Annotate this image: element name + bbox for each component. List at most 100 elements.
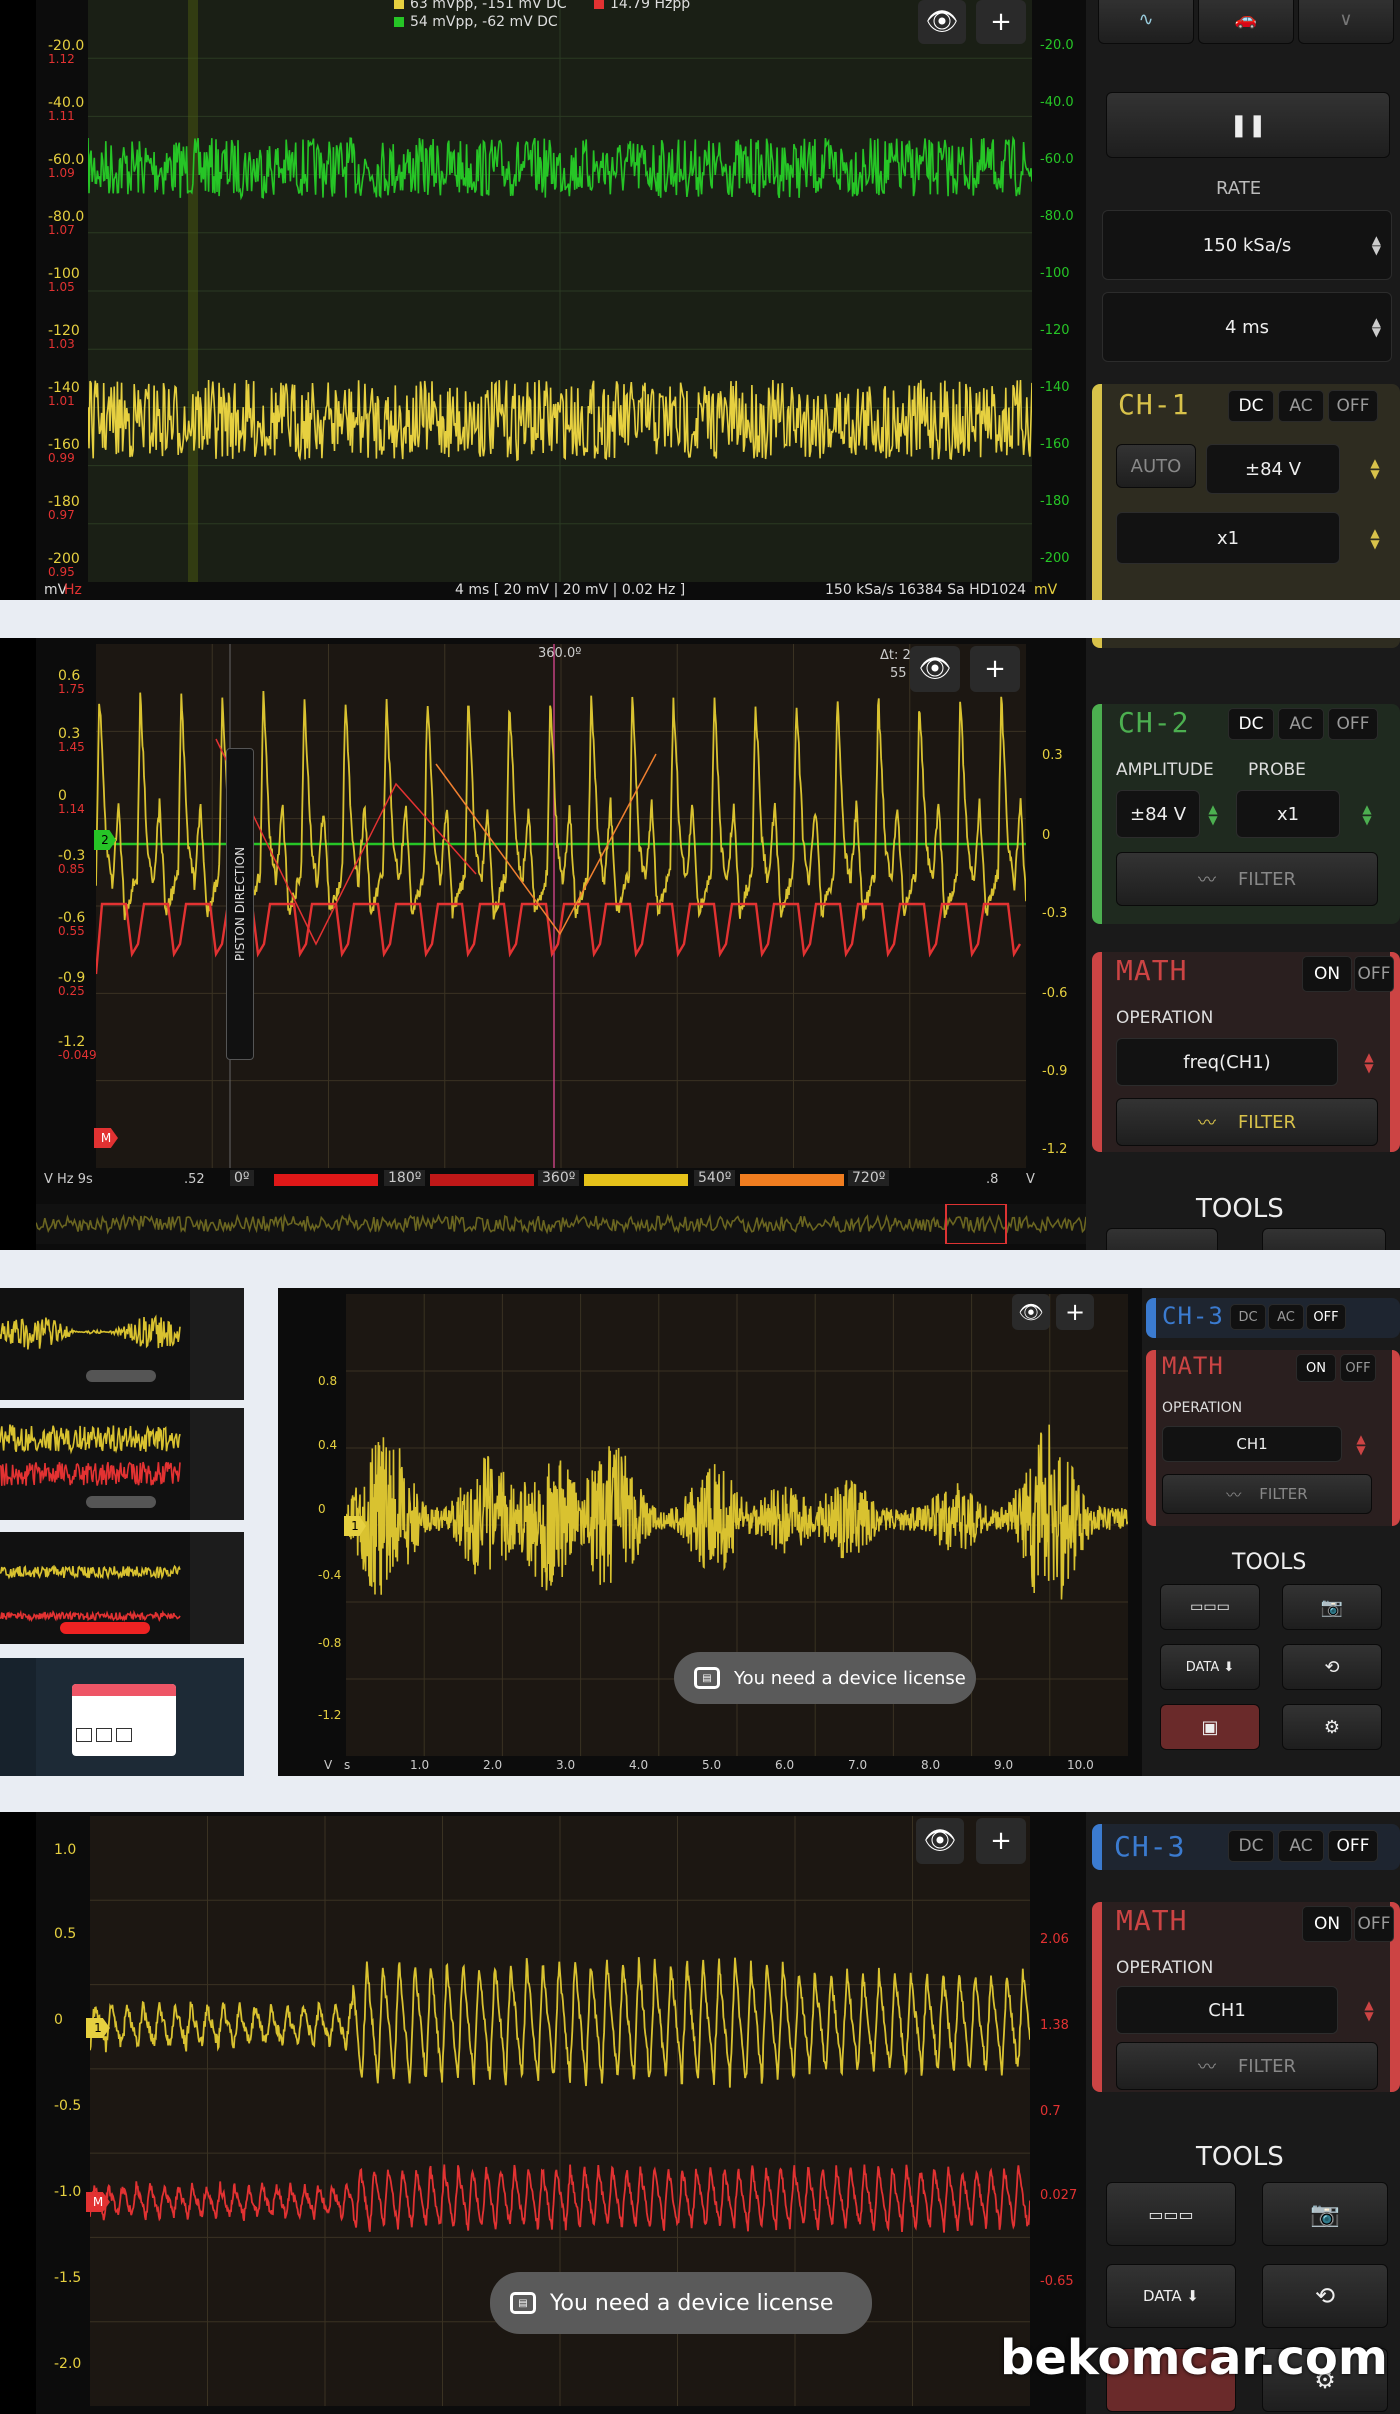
math-on-toggle[interactable]: ON (1296, 1354, 1336, 1382)
eye-icon[interactable]: 👁 (910, 646, 960, 692)
probe-spin-icon[interactable]: ▲ ▼ (1356, 803, 1378, 826)
chevron-down-icon[interactable]: ∨ (1298, 0, 1394, 44)
axis-tick-secondary: 1.75 (58, 682, 85, 696)
legend-math: 14.79 Hzpp (610, 0, 691, 12)
pause-button[interactable]: ❚❚ (1106, 92, 1390, 158)
waveform-tool-button[interactable]: ▭▭▭ (1106, 2182, 1236, 2246)
math-operation-select[interactable]: freq(CH1) (1116, 1038, 1338, 1086)
ch2-off-toggle[interactable]: OFF (1328, 708, 1378, 740)
car-mode-button[interactable]: 🚗 (1198, 0, 1294, 44)
tool-button-b[interactable] (1262, 1228, 1386, 1250)
operation-spin-icon[interactable]: ▲ ▼ (1350, 1433, 1372, 1456)
history-button[interactable]: ⟲ (1262, 2264, 1388, 2328)
rate-select[interactable]: 150 kSa/s ▲ ▼ (1102, 210, 1392, 280)
math-filter-button[interactable]: 〰 FILTER (1116, 1098, 1378, 1146)
ch1-range-spin-icon[interactable]: ▲ ▼ (1364, 457, 1386, 480)
waveform-plot-1[interactable] (88, 0, 1032, 582)
operation-spin-icon[interactable]: ▲ ▼ (1358, 1999, 1380, 2022)
camera-button[interactable]: 📷 (1282, 1584, 1382, 1630)
axis-tick-secondary: 0.99 (48, 451, 75, 465)
piston-direction-label: PISTON DIRECTION (226, 748, 254, 1060)
box-button[interactable]: ▣ (1160, 1704, 1260, 1750)
axis-tick: 0 (54, 2012, 63, 2028)
axis-tick: -0.3 (1042, 906, 1068, 921)
axis-tick: -60.0 (1040, 152, 1074, 167)
axis-tick: -1.0 (54, 2184, 82, 2200)
x-axis-tick: 9.0 (994, 1758, 1014, 1772)
ch3-dc-toggle[interactable]: DC (1228, 1830, 1274, 1862)
timebase-select[interactable]: 4 ms ▲ ▼ (1102, 292, 1392, 362)
settings-gear-icon[interactable]: ⚙ (1282, 1704, 1382, 1750)
add-icon[interactable]: + (976, 0, 1026, 44)
ch1-probe-select[interactable]: x1 (1116, 512, 1340, 564)
x-axis-tick: 3.0 (556, 1758, 576, 1772)
top-marker: 360.0º (538, 646, 582, 661)
thumbnail-4[interactable] (0, 1658, 244, 1776)
add-icon[interactable]: + (976, 1818, 1026, 1864)
math-filter-button[interactable]: 〰 FILTER (1162, 1474, 1372, 1514)
waveform-tool-button[interactable]: ▭▭▭ (1160, 1584, 1260, 1630)
ch3-off-toggle[interactable]: OFF (1306, 1304, 1346, 1330)
axis-tick-secondary: 1.14 (58, 802, 85, 816)
camera-button[interactable]: 📷 (1262, 2182, 1388, 2246)
axis-tick: 0.5 (54, 1926, 77, 1942)
waveform-mode-button[interactable]: ∿ (1098, 0, 1194, 44)
operation-label: OPERATION (1116, 1958, 1214, 1978)
ch3-ac-toggle[interactable]: AC (1268, 1304, 1304, 1330)
overview-trace (35, 1213, 1087, 1235)
thumb-trace-2 (0, 1461, 181, 1486)
ch1-off-toggle[interactable]: OFF (1328, 390, 1378, 422)
math-title: MATH (1116, 1904, 1188, 1937)
ch1-dc-toggle[interactable]: DC (1228, 390, 1274, 422)
math-operation-select[interactable]: CH1 (1162, 1426, 1342, 1462)
add-icon[interactable]: + (970, 646, 1020, 692)
math-off-toggle[interactable]: OFF (1340, 1354, 1376, 1382)
overview-strip[interactable] (35, 1203, 1087, 1245)
data-download-button[interactable]: DATA ⬇ (1160, 1644, 1260, 1690)
axis-unit-s: s (344, 1758, 351, 1772)
ch2-ac-toggle[interactable]: AC (1278, 708, 1324, 740)
thumbnail-2[interactable] (0, 1408, 244, 1520)
axis-tick-right: -0.65 (1040, 2274, 1074, 2289)
ch1-auto-button[interactable]: AUTO (1116, 444, 1196, 488)
axis-tick: -0.4 (318, 1568, 342, 1582)
bottom-tick-52: .52 (184, 1172, 205, 1187)
axis-tick-secondary: 0.25 (58, 984, 85, 998)
ch1-probe-spin-icon[interactable]: ▲ ▼ (1364, 527, 1386, 550)
math-on-toggle[interactable]: ON (1302, 1906, 1352, 1942)
ch2-probe-select[interactable]: x1 (1236, 790, 1340, 838)
thumb-trace-2 (0, 1609, 181, 1623)
data-download-button[interactable]: DATA ⬇ (1106, 2264, 1236, 2328)
x-axis-tick: 8.0 (921, 1758, 941, 1772)
thumbnail-3[interactable] (0, 1532, 244, 1644)
math-filter-button[interactable]: 〰 FILTER (1116, 2042, 1378, 2090)
axis-tick: -200 (1040, 551, 1070, 566)
history-button[interactable]: ⟲ (1282, 1644, 1382, 1690)
x-axis-tick: 4.0 (629, 1758, 649, 1772)
ch1-range-select[interactable]: ±84 V (1206, 444, 1340, 494)
eye-icon[interactable]: 👁 (916, 1818, 964, 1864)
eye-icon[interactable]: 👁 (1012, 1294, 1050, 1330)
amp-spin-icon[interactable]: ▲ ▼ (1202, 803, 1224, 826)
ch3-off-toggle[interactable]: OFF (1328, 1830, 1378, 1862)
add-icon[interactable]: + (1056, 1294, 1094, 1330)
operation-spin-icon[interactable]: ▲ ▼ (1358, 1051, 1380, 1074)
filter-wave-icon: 〰 (1197, 870, 1216, 891)
math-off-toggle[interactable]: OFF (1354, 1906, 1394, 1942)
math-operation-select[interactable]: CH1 (1116, 1986, 1338, 2034)
ch3-group: CH-3 DC AC OFF (1092, 1824, 1400, 1870)
tool-button-a[interactable] (1106, 1228, 1218, 1250)
thumbnail-1[interactable] (0, 1288, 244, 1400)
ch3-ac-toggle[interactable]: AC (1278, 1830, 1324, 1862)
math-off-toggle[interactable]: OFF (1354, 956, 1394, 992)
math-on-toggle[interactable]: ON (1302, 956, 1352, 992)
ch2-filter-button[interactable]: 〰 FILTER (1116, 852, 1378, 906)
ch3-dc-toggle[interactable]: DC (1230, 1304, 1266, 1330)
ch2-amplitude-select[interactable]: ±84 V (1116, 790, 1200, 838)
ch2-dc-toggle[interactable]: DC (1228, 708, 1274, 740)
axis-tick-secondary: 0.85 (58, 862, 85, 876)
axis-tick-secondary: -0.049 (58, 1048, 97, 1062)
legend-ch2: 54 mVpp, -62 mV DC (410, 14, 558, 30)
eye-icon[interactable]: 👁 (918, 0, 966, 44)
ch1-ac-toggle[interactable]: AC (1278, 390, 1324, 422)
